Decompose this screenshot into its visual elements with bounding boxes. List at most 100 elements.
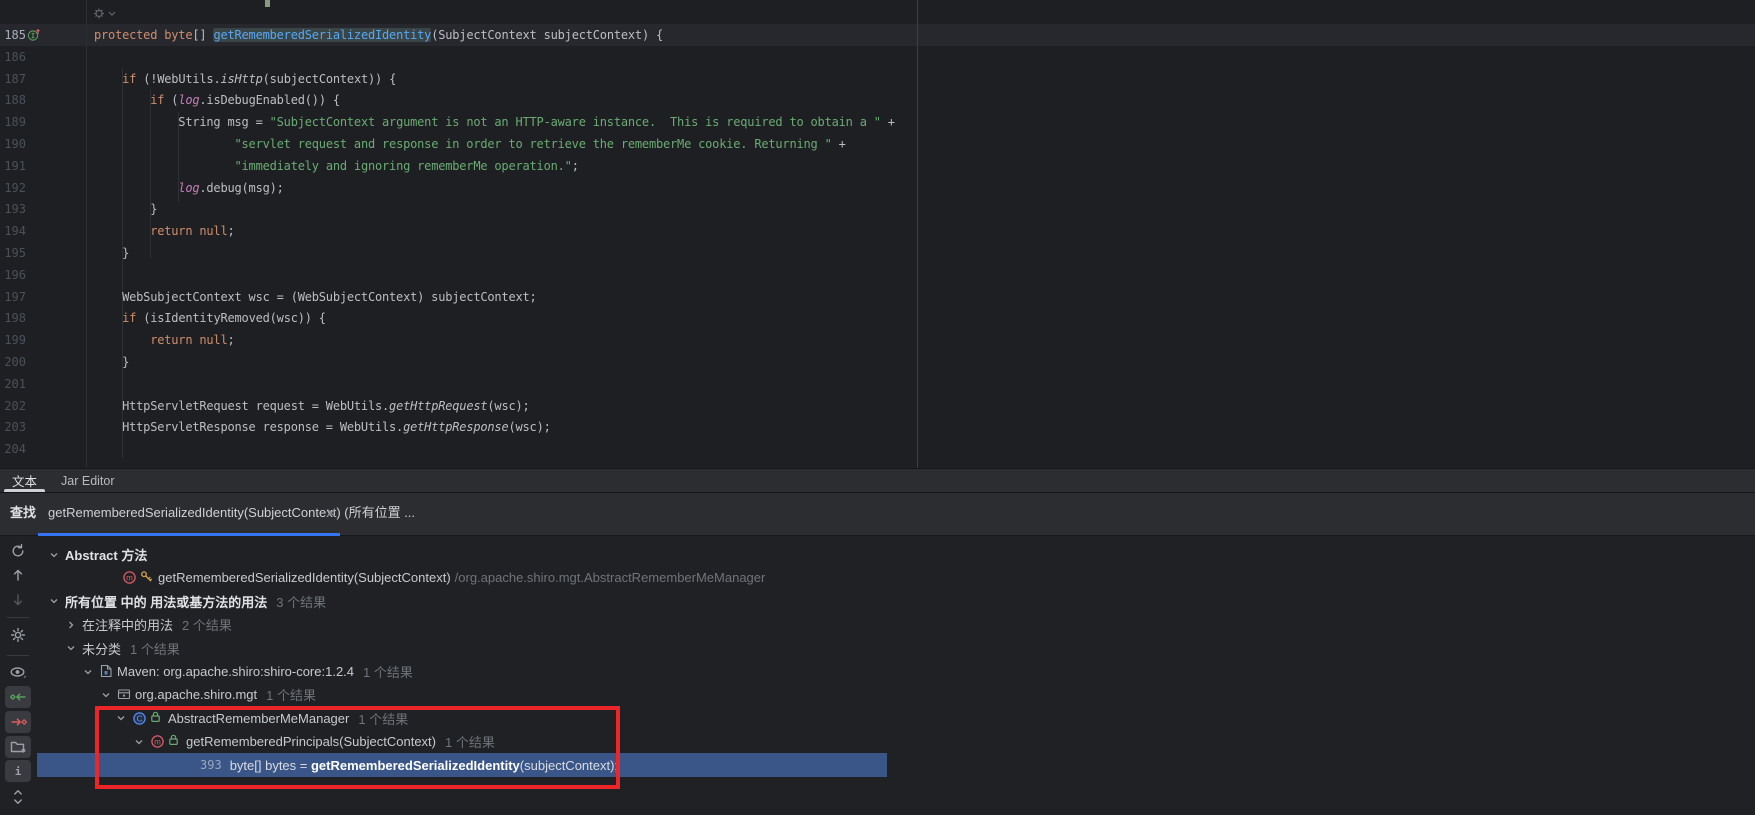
code-token: getRememberedSerializedIdentity [213, 28, 431, 42]
method-icon: m [122, 570, 137, 585]
navigate-to-source-icon[interactable] [5, 686, 31, 708]
code-line: } [94, 242, 129, 264]
result-count: 1 个结果 [358, 709, 408, 728]
code-line: } [94, 351, 129, 373]
code-token [94, 311, 122, 325]
find-toolbar: i [0, 536, 36, 815]
autoscroll-from-source-icon[interactable] [5, 711, 31, 733]
code-token: (subjectContext)) { [263, 72, 396, 86]
svg-text:m: m [154, 737, 161, 746]
line-number: 193 [2, 198, 26, 220]
tab-jar-editor[interactable]: Jar Editor [49, 469, 127, 492]
code-line: return null; [94, 329, 235, 351]
usage-info-icon[interactable]: i [5, 760, 31, 782]
new-usage-view-icon[interactable] [5, 736, 31, 758]
chevron-down-icon[interactable] [48, 595, 60, 607]
code-token: } [94, 246, 129, 260]
line-number: 185 [2, 24, 26, 46]
settings-gear-icon[interactable] [5, 624, 31, 646]
editor-view-tabstrip: 文本 Jar Editor [0, 468, 1755, 492]
line-number: 198 [2, 307, 26, 329]
result-count: 1 个结果 [266, 685, 316, 704]
usages-tree[interactable]: Abstract 方法 mgetRememberedSerializedIdent… [36, 536, 887, 815]
code-token: getHttpResponse [403, 420, 508, 434]
tree-item-location: /org.apache.shiro.mgt.AbstractRememberMe… [455, 570, 766, 585]
expand-collapse-icon[interactable] [5, 786, 31, 808]
code-token: return null [150, 224, 227, 238]
toolbar-separator [7, 655, 29, 656]
tree-row[interactable]: mgetRememberedPrincipals(SubjectContext)… [36, 730, 495, 753]
code-token: HttpServletResponse response = WebUtils. [94, 420, 403, 434]
next-occurrence-icon[interactable] [5, 589, 31, 611]
tree-row[interactable]: mgetRememberedSerializedIdentity(Subject… [36, 566, 765, 589]
code-token: "immediately and ignoring rememberMe ope… [235, 159, 572, 173]
result-count: 1 个结果 [363, 662, 413, 681]
tree-row[interactable]: org.apache.shiro.mgt 1 个结果 [36, 683, 316, 706]
svg-text:m: m [126, 574, 133, 583]
line-number: 186 [2, 46, 26, 68]
line-number: 200 [2, 351, 26, 373]
code-editor-top[interactable]: 185 protected byte[] getRememberedSeriali… [0, 0, 1755, 468]
code-token: byte [164, 28, 192, 42]
chevron-down-icon[interactable] [133, 736, 145, 748]
code-token: getHttpRequest [389, 399, 487, 413]
gutter-separator [86, 0, 87, 468]
close-icon[interactable]: ✕ [322, 504, 340, 522]
code-token: return null [150, 333, 227, 347]
tree-row[interactable]: 未分类1 个结果 [36, 637, 180, 660]
find-toolwindow-header: 查找 getRememberedSerializedIdentity(Subje… [0, 492, 1755, 536]
code-token [94, 224, 150, 238]
annotation-settings-icon[interactable] [93, 7, 117, 25]
tree-row[interactable]: Maven: org.apache.shiro:shiro-core:1.2.4… [36, 660, 413, 683]
toolwindow-title: 查找 [10, 493, 36, 533]
tab-text[interactable]: 文本 [0, 469, 49, 492]
code-token [94, 181, 178, 195]
tree-row[interactable]: 在注释中的用法2 个结果 [36, 613, 232, 636]
code-line: if (!WebUtils.isHttp(subjectContext)) { [94, 68, 396, 90]
pkg-icon [117, 687, 132, 702]
code-token [94, 159, 235, 173]
code-token [94, 72, 122, 86]
chevron-down-icon[interactable] [48, 549, 60, 561]
tree-row[interactable]: CAbstractRememberMeManager1 个结果 [36, 707, 408, 730]
line-number: 195 [2, 242, 26, 264]
chevron-down-icon[interactable] [65, 642, 77, 654]
code-line: protected byte[] getRememberedSerialized… [94, 24, 663, 46]
chevron-down-icon[interactable] [82, 666, 94, 678]
chevron-down-icon[interactable] [115, 712, 127, 724]
tree-row[interactable]: Abstract 方法 [36, 543, 147, 566]
code-token: "servlet request and response in order t… [235, 137, 832, 151]
method-icon: m [150, 734, 165, 749]
preview-eye-icon[interactable] [5, 661, 31, 683]
tree-item-label: Abstract 方法 [65, 545, 147, 564]
code-token: } [94, 202, 157, 216]
tab-jar-editor-label: Jar Editor [61, 474, 115, 488]
implementing-method-gutter-icon[interactable] [27, 28, 41, 42]
code-token: (wsc); [487, 399, 529, 413]
partial-line-artifact [265, 0, 270, 7]
tree-item-label: 所有位置 中的 用法或基方法的用法 [65, 592, 267, 611]
chevron-down-icon[interactable] [100, 689, 112, 701]
result-count: 2 个结果 [182, 615, 232, 634]
code-token: .debug(msg); [199, 181, 283, 195]
code-token: ; [572, 159, 579, 173]
code-line: HttpServletRequest request = WebUtils.ge… [94, 395, 530, 417]
chevron-right-icon[interactable] [65, 619, 77, 631]
code-token: (!WebUtils. [136, 72, 220, 86]
tree-row[interactable]: 所有位置 中的 用法或基方法的用法3 个结果 [36, 590, 326, 613]
result-row-content[interactable]: 393byte[] bytes = getRememberedSerialize… [36, 754, 618, 777]
code-token: HttpServletRequest request = WebUtils. [94, 399, 389, 413]
previous-occurrence-icon[interactable] [5, 564, 31, 586]
refresh-icon[interactable] [5, 540, 31, 562]
code-token: WebSubjectContext wsc = (WebSubjectConte… [94, 290, 537, 304]
code-line: } [94, 198, 157, 220]
line-number: 197 [2, 286, 26, 308]
code-line: return null; [94, 220, 235, 242]
tree-item-label: org.apache.shiro.mgt [135, 687, 257, 702]
svg-text:i: i [15, 765, 22, 778]
code-token [94, 137, 235, 151]
code-token: + [881, 115, 895, 129]
right-margin-guide [917, 0, 918, 468]
chevron-spacer [105, 572, 117, 584]
line-number: 189 [2, 111, 26, 133]
